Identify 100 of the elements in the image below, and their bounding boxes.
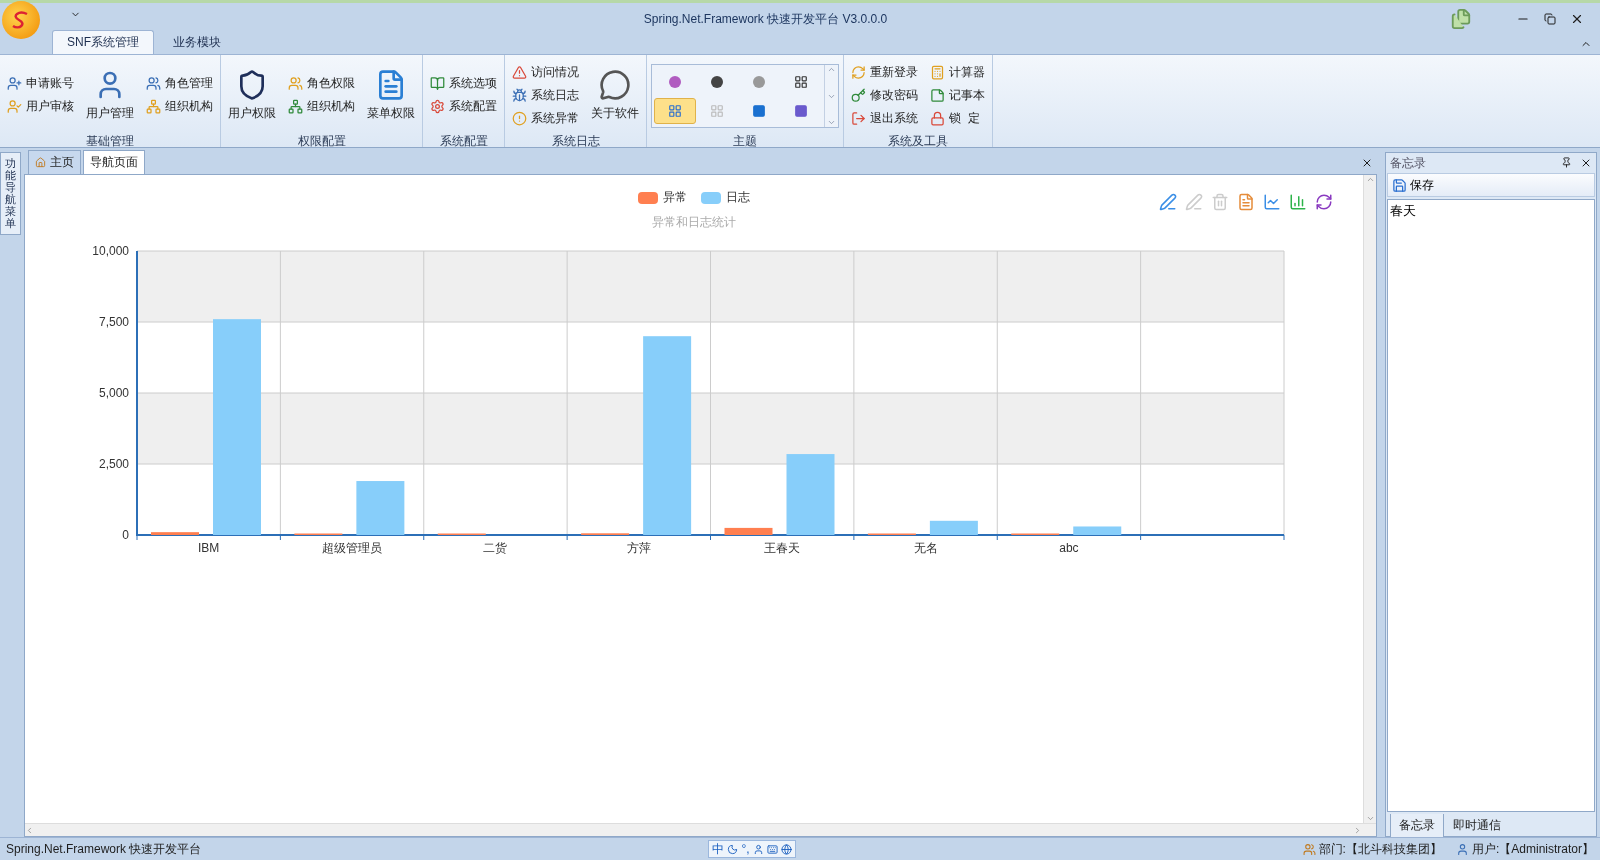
bar xyxy=(151,532,199,535)
ribbon-button[interactable]: 系统异常 xyxy=(509,108,582,128)
users-icon xyxy=(1302,842,1316,856)
scroll-right-icon[interactable] xyxy=(1353,825,1362,835)
group-label: 基础管理 xyxy=(86,134,134,148)
bar xyxy=(724,527,773,535)
memo-field[interactable]: 春天 xyxy=(1387,199,1595,812)
user-icon xyxy=(1455,842,1469,856)
y-tick-label: 10,000 xyxy=(92,244,129,258)
ribbon-button[interactable]: 访问情况 xyxy=(509,62,582,82)
ribbon-button[interactable]: 角色管理 xyxy=(143,73,216,94)
x-tick-label: abc xyxy=(1059,541,1079,555)
ime-label: 中 xyxy=(712,840,725,858)
side-tab[interactable]: 功能导航菜单 xyxy=(0,152,21,235)
note-icon xyxy=(930,87,945,103)
square-icon xyxy=(794,103,808,118)
globe-icon xyxy=(780,843,792,855)
ribbon-button[interactable]: 申请账号 xyxy=(4,73,77,94)
bar xyxy=(929,520,978,535)
book-icon xyxy=(430,76,445,91)
legend-item[interactable]: 日志 xyxy=(701,189,750,206)
pencil-icon[interactable] xyxy=(1159,193,1177,211)
refresh-icon xyxy=(851,64,866,80)
moon-icon xyxy=(727,843,739,855)
ribbon-button[interactable]: 用户管理 xyxy=(83,68,137,122)
circle-icon xyxy=(752,74,766,89)
x-tick-label: 王春天 xyxy=(764,541,801,555)
x-tick-label: IBM xyxy=(198,541,220,555)
ribbon-button[interactable]: 角色权限 xyxy=(285,73,358,94)
horizontal-scrollbar[interactable] xyxy=(25,823,1376,836)
ribbon-button[interactable]: 锁 定 xyxy=(927,108,988,128)
ribbon-button[interactable]: 用户权限 xyxy=(225,68,279,122)
y-tick-label: 7,500 xyxy=(98,315,129,329)
refresh-icon[interactable] xyxy=(1315,193,1333,211)
close-icon[interactable] xyxy=(1580,157,1592,169)
ribbon-button[interactable]: 系统选项 xyxy=(427,73,500,94)
x-tick-label: 二货 xyxy=(483,541,508,555)
key-icon xyxy=(851,87,866,103)
status-text: Spring.Net.Framework 快速开发平台 xyxy=(6,840,202,858)
y-tick-label: 0 xyxy=(122,528,129,542)
scroll-left-icon[interactable] xyxy=(25,825,34,835)
ribbon-button[interactable]: 退出系统 xyxy=(848,108,921,128)
document-tab[interactable]: 导航页面 xyxy=(83,150,145,174)
ribbon-button[interactable]: 组织机构 xyxy=(143,96,216,117)
network-icon xyxy=(288,99,303,114)
save-button[interactable]: 保存 xyxy=(1388,175,1438,195)
ime-label: °, xyxy=(741,842,750,856)
grid-icon xyxy=(710,103,724,118)
more-icon[interactable] xyxy=(827,118,836,127)
ribbon-button[interactable]: 计算器 xyxy=(927,62,988,82)
app-logo[interactable] xyxy=(2,1,40,39)
document-icon[interactable] xyxy=(1237,193,1255,211)
warning-icon xyxy=(512,64,527,80)
ribbon-button[interactable]: 系统日志 xyxy=(509,85,582,105)
ribbon-button[interactable]: 修改密码 xyxy=(848,85,921,105)
ribbon-button[interactable]: 用户审核 xyxy=(4,96,77,117)
user-text: 用户:【Administrator】 xyxy=(1471,840,1594,858)
ribbon-tab[interactable]: SNF系统管理 xyxy=(52,30,154,54)
line-chart-icon[interactable] xyxy=(1263,193,1281,211)
ribbon-button[interactable]: 重新登录 xyxy=(848,62,921,82)
ribbon-tab[interactable]: 业务模块 xyxy=(158,30,236,54)
circle-icon xyxy=(710,74,724,89)
ime-toolbar[interactable]: 中 °, xyxy=(708,840,796,858)
document-tab[interactable]: 主页 xyxy=(28,150,81,174)
close-icon[interactable] xyxy=(1361,157,1373,169)
ribbon-button[interactable]: 记事本 xyxy=(927,85,988,105)
vertical-scrollbar[interactable] xyxy=(1363,175,1376,823)
y-tick-label: 2,500 xyxy=(98,457,129,471)
bar xyxy=(1073,526,1122,535)
scroll-down-icon[interactable] xyxy=(1365,814,1375,823)
square-icon xyxy=(752,103,766,118)
x-tick-label: 超级管理员 xyxy=(322,541,383,555)
scroll-up-icon[interactable] xyxy=(827,65,836,74)
close-icon[interactable] xyxy=(1570,12,1584,26)
legend-item[interactable]: 异常 xyxy=(638,189,687,206)
windows-icon[interactable] xyxy=(1450,8,1472,30)
ribbon-button[interactable]: 组织机构 xyxy=(285,96,358,117)
ribbon-button[interactable]: 系统配置 xyxy=(427,96,500,117)
keyboard-icon xyxy=(766,843,778,855)
person-icon xyxy=(752,843,764,855)
restore-icon[interactable] xyxy=(1544,13,1556,25)
user-check-icon xyxy=(7,99,22,114)
ribbon-button[interactable]: 关于软件 xyxy=(588,68,642,122)
alert-icon xyxy=(512,110,527,126)
window-title: Spring.Net.Framework 快速开发平台 V3.0.0.0 xyxy=(642,10,889,28)
bar xyxy=(356,481,405,535)
ribbon-button[interactable]: 菜单权限 xyxy=(364,68,418,122)
panel-tab[interactable]: 即时通信 xyxy=(1444,814,1510,838)
pin-icon[interactable] xyxy=(1561,157,1572,168)
scroll-up-icon[interactable] xyxy=(1365,175,1375,184)
group-label: 系统及工具 xyxy=(888,134,948,148)
panel-tab[interactable]: 备忘录 xyxy=(1390,814,1444,838)
trash-icon[interactable] xyxy=(1211,193,1229,211)
bar-chart-icon[interactable] xyxy=(1289,193,1307,211)
chart-title: 异常和日志统计 xyxy=(652,214,736,231)
group-label: 权限配置 xyxy=(297,134,346,148)
grid-icon xyxy=(668,103,682,118)
pencil-icon[interactable] xyxy=(1185,193,1203,211)
lock-icon xyxy=(930,110,945,126)
gear-icon xyxy=(430,99,445,114)
